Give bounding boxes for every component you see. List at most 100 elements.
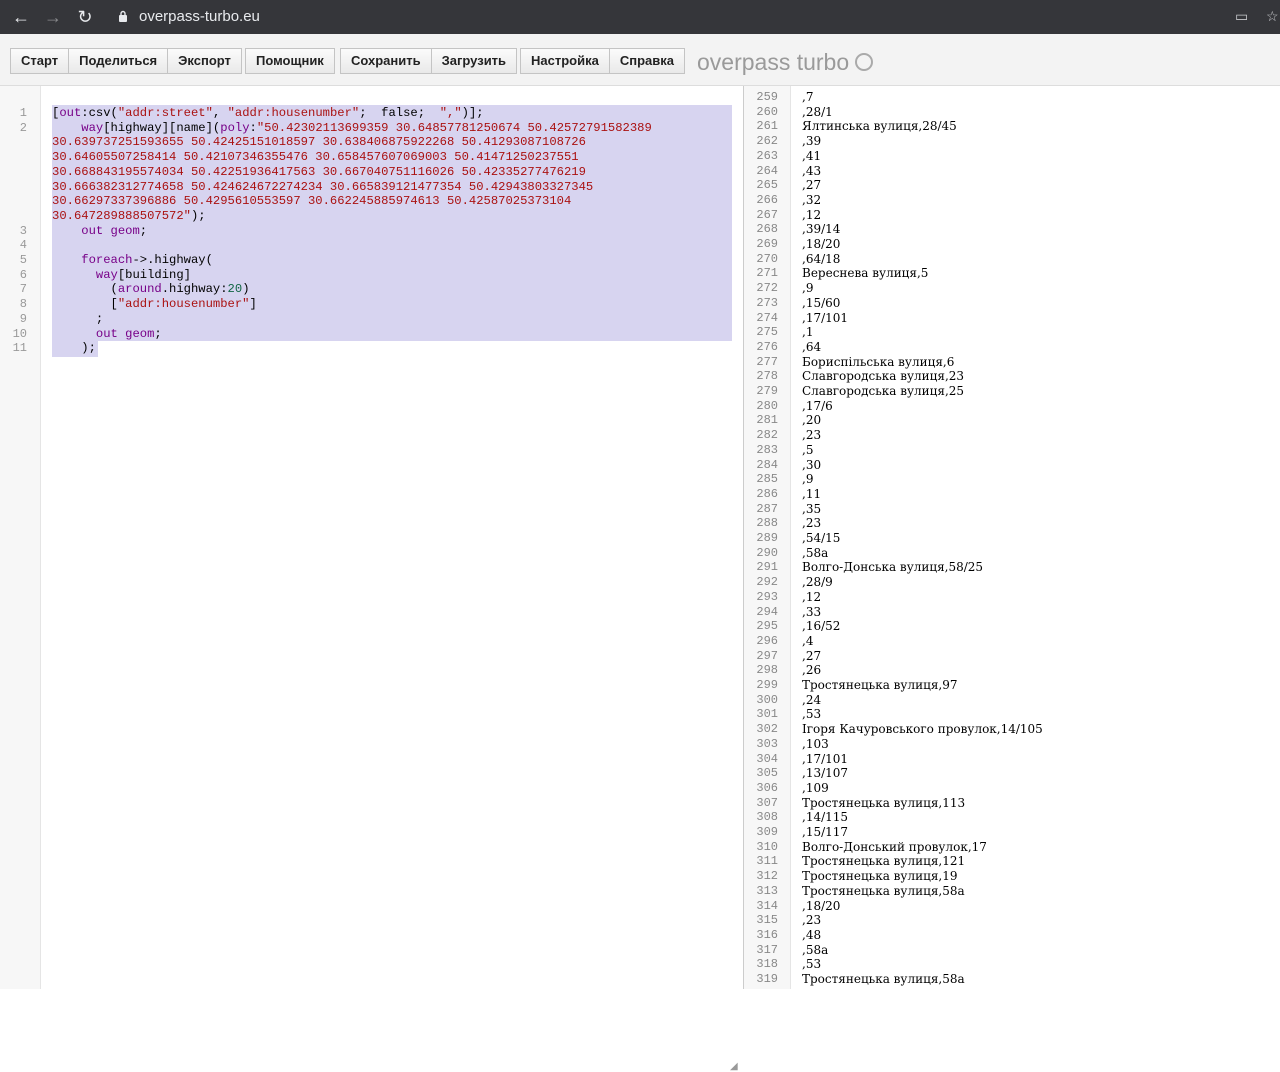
result-line: 275,1 bbox=[744, 325, 1278, 340]
result-line-number: 306 bbox=[756, 780, 778, 795]
result-line-number: 273 bbox=[756, 295, 778, 310]
result-line: 299 Тростянецька вулиця,97 bbox=[744, 678, 1278, 693]
result-line: 314 ,18/20 bbox=[744, 899, 1278, 914]
result-line: 265,27 bbox=[744, 178, 1278, 193]
toolbar-button[interactable]: Экспорт bbox=[168, 48, 242, 74]
result-line-text: Тростянецька вулиця,58а bbox=[802, 972, 965, 986]
result-line-number: 314 bbox=[756, 898, 778, 913]
result-line: 274 ,17/101 bbox=[744, 311, 1278, 326]
code-token: 30.639737251593655 50.42425151018597 30.… bbox=[52, 135, 586, 150]
result-line-number: 278 bbox=[756, 369, 778, 384]
result-line-text: ,43 bbox=[802, 163, 822, 178]
result-line-text: ,41 bbox=[802, 148, 822, 163]
reload-icon[interactable]: ↻ bbox=[75, 7, 95, 27]
result-line: 300,24 bbox=[744, 693, 1278, 708]
result-line-number: 292 bbox=[756, 575, 778, 590]
result-line: 309 ,15/117 bbox=[744, 825, 1278, 840]
result-line-text: ,39 bbox=[802, 134, 822, 149]
result-line-text: ,17/101 bbox=[802, 751, 849, 766]
result-line-text: ,18/20 bbox=[802, 898, 841, 913]
resize-handle-icon[interactable]: ◢ bbox=[730, 1061, 739, 1072]
result-line-text: Тростянецька вулиця,19 bbox=[802, 869, 958, 884]
result-line-text: Тростянецька вулиця,121 bbox=[802, 854, 966, 869]
result-line-number: 315 bbox=[756, 913, 778, 928]
code-token: foreach bbox=[81, 253, 133, 267]
result-line-number: 295 bbox=[756, 619, 778, 634]
result-line-number: 261 bbox=[756, 119, 778, 134]
code-token: :csv( bbox=[81, 106, 118, 120]
toolbar-button[interactable]: Загрузить bbox=[431, 48, 518, 74]
result-line: 271 Вереснева вулиця,5 bbox=[744, 266, 1278, 281]
toolbar-button[interactable]: Сохранить bbox=[340, 48, 432, 74]
result-line-number: 282 bbox=[756, 428, 778, 443]
result-line-number: 266 bbox=[756, 192, 778, 207]
result-line: 307 Тростянецька вулиця,113 bbox=[744, 796, 1278, 811]
code-token: [ bbox=[52, 297, 118, 312]
result-line: 273 ,15/60 bbox=[744, 296, 1278, 311]
result-line: 269 ,18/20 bbox=[744, 237, 1278, 252]
result-line: 313 Тростянецька вулиця,58а bbox=[744, 884, 1278, 899]
cast-icon[interactable]: ▭ bbox=[1235, 8, 1248, 25]
result-line-number: 319 bbox=[756, 972, 778, 986]
result-line-number: 289 bbox=[756, 531, 778, 545]
query-editor[interactable]: 1 [out:csv("addr:street", "addr:housenumb… bbox=[0, 86, 743, 1072]
result-line: 260 ,28/1 bbox=[744, 105, 1278, 120]
editor-code-line: [out:csv("addr:street", "addr:housenumbe… bbox=[52, 106, 484, 121]
toolbar-button[interactable]: Настройка bbox=[520, 48, 610, 74]
result-line-text: ,30 bbox=[802, 457, 822, 472]
result-line: 308 ,14/115 bbox=[744, 810, 1278, 825]
address-bar[interactable]: overpass-turbo.eu bbox=[139, 8, 260, 26]
result-line-text: ,9 bbox=[802, 472, 814, 487]
result-line-text: Волго-Донська вулиця,58/25 bbox=[802, 560, 984, 575]
result-line: 264,43 bbox=[744, 164, 1278, 179]
editor-code-line: foreach->.highway( bbox=[52, 253, 213, 268]
result-line-number: 270 bbox=[756, 251, 778, 266]
result-line-number: 269 bbox=[756, 237, 778, 251]
toolbar-button[interactable]: Помощник bbox=[245, 48, 335, 74]
result-line-number: 259 bbox=[756, 90, 778, 104]
result-line: 317 ,58а bbox=[744, 943, 1278, 958]
result-line: 263,41 bbox=[744, 149, 1278, 164]
result-line-text: ,14/115 bbox=[802, 810, 849, 825]
result-line-text: ,53 bbox=[802, 957, 822, 972]
result-line-text: Тростянецька вулиця,58а bbox=[802, 883, 965, 898]
toolbar-button[interactable]: Справка bbox=[609, 48, 685, 74]
forward-arrow-icon[interactable]: → bbox=[43, 7, 63, 27]
editor-line-number: 11 bbox=[12, 341, 27, 356]
result-line-number: 281 bbox=[756, 413, 778, 428]
bookmark-star-icon[interactable]: ☆ bbox=[1266, 8, 1279, 25]
toolbar-button[interactable]: Поделиться bbox=[69, 48, 169, 74]
code-token: ; bbox=[52, 311, 104, 326]
code-token: [highway][name]( bbox=[103, 120, 221, 135]
toolbar-button-group: Старт Поделиться Экспорт bbox=[10, 48, 242, 74]
back-arrow-icon[interactable]: ← bbox=[11, 7, 31, 27]
result-line-text: ,1 bbox=[802, 325, 814, 340]
result-line: 296,4 bbox=[744, 634, 1278, 649]
code-token: out bbox=[59, 106, 82, 120]
result-line-number: 291 bbox=[756, 560, 778, 575]
code-token: out geom bbox=[95, 326, 155, 341]
brand-title: overpass turbo bbox=[697, 49, 850, 75]
result-line: 302 Ігоря Качуровського провулок,14/105 bbox=[744, 722, 1278, 737]
result-line: 266,32 bbox=[744, 193, 1278, 208]
code-token: : bbox=[249, 120, 257, 135]
code-token: poly bbox=[220, 120, 250, 135]
result-line-number: 280 bbox=[756, 398, 778, 413]
code-token: 30.64605507258414 50.42107346355476 30.6… bbox=[52, 150, 579, 165]
result-line-text: Тростянецька вулиця,97 bbox=[802, 678, 958, 692]
browser-toolbar: ← → ↻ overpass-turbo.eu ▭ ☆ bbox=[0, 0, 1280, 34]
result-line-text: ,13/107 bbox=[802, 766, 849, 781]
toolbar-button[interactable]: Старт bbox=[10, 48, 70, 74]
result-line-number: 272 bbox=[756, 281, 778, 296]
editor-line-number: 6 bbox=[19, 267, 27, 282]
result-line-text: Славгородська вулиця,23 bbox=[802, 369, 965, 384]
result-line-number: 298 bbox=[756, 663, 778, 678]
code-token: way bbox=[81, 120, 104, 135]
result-pane[interactable]: 259,7 260,28/1 261 Ялтинська вулиця,28/45 26… bbox=[744, 86, 1280, 989]
result-line-text: ,39/14 bbox=[802, 222, 841, 237]
toolbar-button-group: Помощник bbox=[245, 48, 335, 74]
result-line-text: ,17/101 bbox=[802, 310, 849, 325]
